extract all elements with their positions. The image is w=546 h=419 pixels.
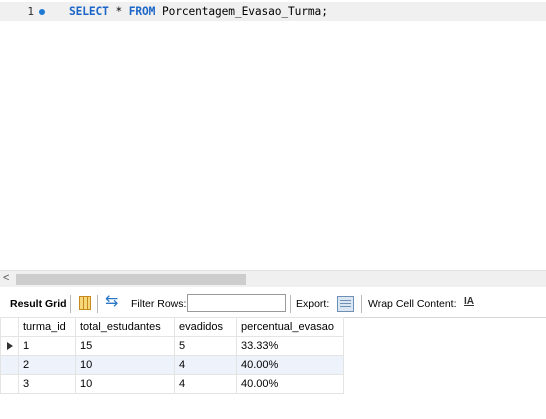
result-grid[interactable]: turma_id total_estudantes evadidos perce… [0,317,344,394]
row-header-corner [0,317,19,337]
current-line-highlight: 1 SELECT * FROM Porcentagem_Evasao_Turma… [0,2,546,21]
column-header-total-estudantes[interactable]: total_estudantes [75,317,175,337]
cell-total-estudantes[interactable]: 10 [75,374,175,394]
cell-percentual-evasao[interactable]: 40.00% [236,355,344,375]
export-label: Export: [296,298,330,310]
result-toolbar: Result Grid ⇆ Filter Rows: Export: Wrap … [0,291,546,318]
horizontal-scrollbar[interactable]: < [0,270,546,287]
cell-total-estudantes[interactable]: 10 [75,355,175,375]
toolbar-divider [97,295,98,313]
row-header[interactable] [0,355,19,375]
cell-evadidos[interactable]: 4 [174,374,237,394]
cell-turma-id[interactable]: 2 [18,355,76,375]
row-pointer-icon [6,342,13,351]
column-header-percentual-evasao[interactable]: percentual_evasao [236,317,344,337]
cell-turma-id[interactable]: 3 [18,374,76,394]
export-icon[interactable] [337,296,354,312]
row-header[interactable] [0,336,19,356]
wrap-text-icon[interactable]: IA [464,296,474,307]
sql-table-name: Porcentagem_Evasao_Turma; [161,5,328,18]
table-row[interactable]: 1 15 5 33.33% [0,336,344,356]
refresh-icon[interactable]: ⇆ [105,294,118,310]
column-header-evadidos[interactable]: evadidos [174,317,237,337]
filter-rows-input[interactable] [187,294,286,312]
toolbar-divider [290,295,291,313]
grid-header-row: turma_id total_estudantes evadidos perce… [0,317,344,337]
cell-total-estudantes[interactable]: 15 [75,336,175,356]
result-grid-tab[interactable]: Result Grid [10,298,67,310]
cell-percentual-evasao[interactable]: 40.00% [236,374,344,394]
scroll-left-icon[interactable]: < [3,272,9,284]
table-row[interactable]: 3 10 4 40.00% [0,374,344,394]
sql-star: * [115,5,123,18]
wrap-cell-label: Wrap Cell Content: [368,298,457,310]
sql-keyword-from: FROM [128,5,156,18]
cell-turma-id[interactable]: 1 [18,336,76,356]
circle-dot-icon [39,9,45,15]
cell-percentual-evasao[interactable]: 33.33% [236,336,344,356]
scrollbar-thumb[interactable] [16,274,246,285]
line-number: 1 [27,5,34,18]
sql-editor[interactable]: 1 SELECT * FROM Porcentagem_Evasao_Turma… [0,0,546,270]
toolbar-divider [361,295,362,313]
sql-statement[interactable]: SELECT * FROM Porcentagem_Evasao_Turma; [69,5,328,18]
toolbar-divider [70,295,71,313]
cell-evadidos[interactable]: 4 [174,355,237,375]
sql-keyword-select: SELECT [69,5,109,18]
grid-view-icon[interactable] [79,296,91,310]
cell-evadidos[interactable]: 5 [174,336,237,356]
column-header-turma-id[interactable]: turma_id [18,317,76,337]
row-header[interactable] [0,374,19,394]
table-row[interactable]: 2 10 4 40.00% [0,355,344,375]
filter-rows-label: Filter Rows: [131,298,187,310]
